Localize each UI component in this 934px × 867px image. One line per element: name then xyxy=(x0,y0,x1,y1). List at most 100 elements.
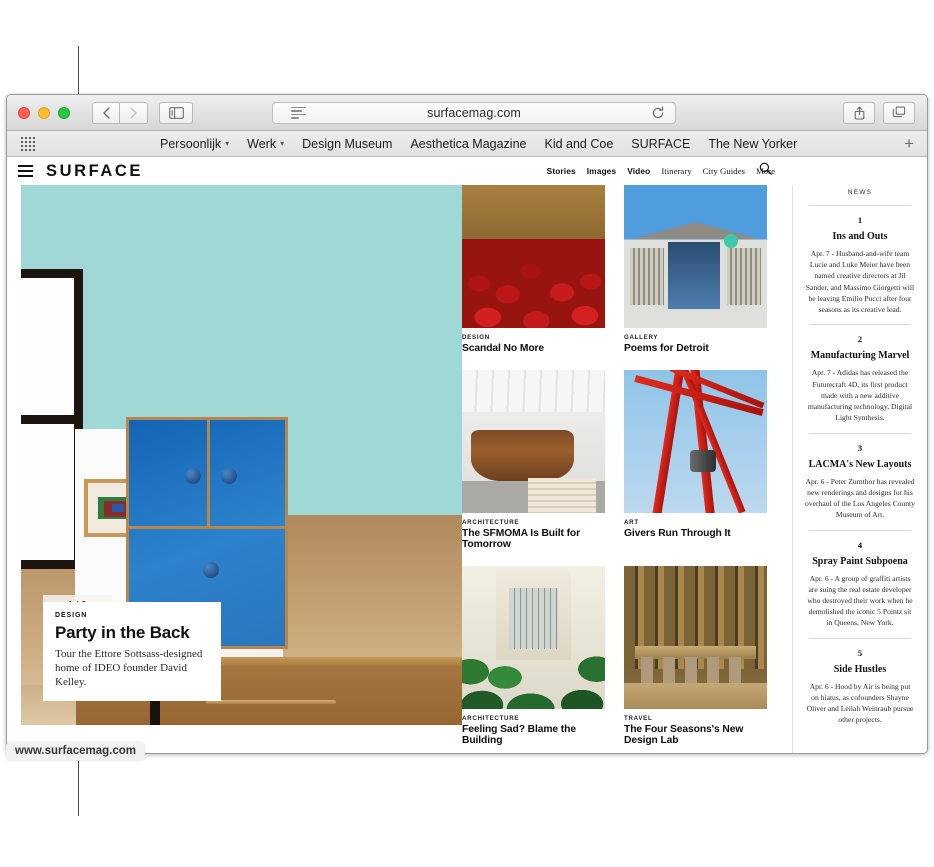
sfmoma-interior-thumbnail[interactable] xyxy=(462,369,605,513)
green-balloon-shape xyxy=(724,233,739,248)
minimize-window-button[interactable] xyxy=(38,106,50,119)
red-steel-sculpture-thumbnail[interactable] xyxy=(624,369,767,513)
chevron-right-icon xyxy=(129,106,137,119)
article-card[interactable]: ARCHITECTURE The SFMOMA Is Built for Tom… xyxy=(462,369,605,551)
theater-seats-shape xyxy=(462,239,605,328)
hero-caption-card[interactable]: DESIGN Party in the Back Tour the Ettore… xyxy=(43,601,221,701)
show-favorites-grid-icon[interactable] xyxy=(21,136,35,151)
favorite-the-new-yorker[interactable]: The New Yorker xyxy=(708,137,797,151)
favorite-werk[interactable]: Werk ▾ xyxy=(247,137,284,151)
article-card[interactable]: GALLERY Poems for Detroit xyxy=(624,185,767,355)
window-traffic-lights[interactable] xyxy=(18,106,70,119)
news-title[interactable]: Ins and Outs xyxy=(805,231,915,242)
article-kicker: ART xyxy=(624,518,639,526)
news-title[interactable]: Side Hustles xyxy=(805,664,915,675)
article-title[interactable]: Poems for Detroit xyxy=(624,343,767,355)
article-grid-column: DESIGN Scandal No More GALLERY Poems for… xyxy=(462,157,792,753)
link-status-bubble: www.surfacemag.com xyxy=(6,742,146,761)
plant-filled-office-thumbnail[interactable] xyxy=(462,565,605,709)
news-body: Apr. 6 - A group of graffiti artists are… xyxy=(807,573,913,628)
site-logo[interactable]: SURFACE xyxy=(46,162,143,181)
site-search-button[interactable] xyxy=(759,162,772,180)
building-breeze-block-left xyxy=(629,247,665,306)
news-number: 2 xyxy=(857,334,863,345)
web-page-viewport: SURFACE Stories Images Video Itinerary C… xyxy=(7,157,927,753)
reader-view-icon[interactable] xyxy=(291,106,306,119)
forward-button[interactable] xyxy=(120,101,148,124)
news-item[interactable]: 4 Spray Paint Subpoena Apr. 6 - A group … xyxy=(793,540,927,629)
show-all-tabs-button[interactable] xyxy=(883,101,915,124)
building-roof-shape xyxy=(629,222,762,240)
hero-column: ← 1 / 3 → DESIGN Party in the Back Tour … xyxy=(7,157,462,753)
hero-article[interactable]: ← 1 / 3 → DESIGN Party in the Back Tour … xyxy=(21,185,462,725)
article-card[interactable]: ART Givers Run Through It xyxy=(624,369,767,551)
article-title[interactable]: The Four Seasons's New Design Lab xyxy=(624,724,767,747)
hamburger-menu-icon[interactable] xyxy=(18,165,33,177)
add-favorite-button[interactable]: + xyxy=(904,135,914,152)
callout-leader-line-bottom xyxy=(78,754,79,816)
show-sidebar-button[interactable] xyxy=(159,101,193,124)
wood-paneled-bar-thumbnail[interactable] xyxy=(624,565,767,709)
safari-browser-window: surfacemag.com Persoonlijk ▾ Werk ▾ Desi… xyxy=(6,94,928,754)
news-body: Apr. 7 - Adidas has released the Futurec… xyxy=(807,368,913,423)
article-kicker: TRAVEL xyxy=(624,714,653,722)
office-foliage-shape xyxy=(462,625,605,709)
close-window-button[interactable] xyxy=(18,106,30,119)
favorite-kid-and-coe[interactable]: Kid and Coe xyxy=(544,137,613,151)
news-title[interactable]: LACMA's New Layouts xyxy=(805,459,915,470)
cabinet-horizontal-seam xyxy=(129,526,285,529)
nav-video[interactable]: Video xyxy=(627,166,650,176)
credenza-handle-1 xyxy=(206,700,336,704)
article-card[interactable]: TRAVEL The Four Seasons's New Design Lab xyxy=(624,565,767,747)
article-title[interactable]: Givers Run Through It xyxy=(624,528,767,540)
news-title[interactable]: Manufacturing Marvel xyxy=(805,350,915,361)
article-title[interactable]: Scandal No More xyxy=(462,343,605,355)
favorites-items: Persoonlijk ▾ Werk ▾ Design Museum Aesth… xyxy=(160,137,797,151)
article-title[interactable]: The SFMOMA Is Built for Tomorrow xyxy=(462,528,605,551)
favorite-label: Persoonlijk xyxy=(160,136,222,151)
nav-city-guides[interactable]: City Guides xyxy=(703,166,745,176)
back-button[interactable] xyxy=(92,101,120,124)
news-title[interactable]: Spray Paint Subpoena xyxy=(805,556,915,567)
favorite-aesthetica-magazine[interactable]: Aesthetica Magazine xyxy=(410,137,526,151)
news-body: Apr. 7 - Husband-and-wife team Lucie and… xyxy=(805,249,915,315)
address-bar[interactable]: surfacemag.com xyxy=(272,101,676,124)
article-card[interactable]: ARCHITECTURE Feeling Sad? Blame the Buil… xyxy=(462,565,605,747)
favorite-persoonlijk[interactable]: Persoonlijk ▾ xyxy=(160,137,229,151)
favorite-surface[interactable]: SURFACE xyxy=(631,137,690,151)
cabinet-vertical-seam xyxy=(207,420,210,528)
nav-images[interactable]: Images xyxy=(587,166,616,176)
tabs-overview-icon xyxy=(892,106,906,118)
toolbar-right-buttons xyxy=(843,101,915,124)
favorite-design-museum[interactable]: Design Museum xyxy=(302,137,392,151)
news-body: Apr. 6 - Hood by Air is being put on hia… xyxy=(806,681,914,725)
midcentury-building-thumbnail[interactable] xyxy=(624,185,767,328)
nav-itinerary[interactable]: Itinerary xyxy=(661,166,691,176)
cabinet-knob-right xyxy=(221,468,237,484)
article-card[interactable]: DESIGN Scandal No More xyxy=(462,185,605,355)
share-button[interactable] xyxy=(843,101,875,124)
article-grid: DESIGN Scandal No More GALLERY Poems for… xyxy=(462,185,776,747)
news-divider xyxy=(809,205,911,206)
news-item[interactable]: 2 Manufacturing Marvel Apr. 7 - Adidas h… xyxy=(793,334,927,423)
article-title[interactable]: Feeling Sad? Blame the Building xyxy=(462,724,605,747)
chevron-down-icon: ▾ xyxy=(280,139,285,148)
news-item[interactable]: 3 LACMA's New Layouts Apr. 6 - Peter Zum… xyxy=(793,443,927,521)
url-text[interactable]: surfacemag.com xyxy=(273,106,675,120)
site-header: SURFACE Stories Images Video Itinerary C… xyxy=(7,157,927,185)
sidebar-icon xyxy=(168,106,184,119)
news-body: Apr. 6 - Peter Zumthor has revealed new … xyxy=(805,476,915,520)
reload-button[interactable] xyxy=(651,106,665,120)
news-item[interactable]: 5 Side Hustles Apr. 6 - Hood by Air is b… xyxy=(793,648,927,726)
bar-stools-shape xyxy=(641,657,742,683)
hero-title[interactable]: Party in the Back xyxy=(55,623,209,643)
zoom-window-button[interactable] xyxy=(58,106,70,119)
sculpture-hanging-cylinder xyxy=(689,449,716,472)
museum-ceiling-shape xyxy=(462,369,605,413)
nav-stories[interactable]: Stories xyxy=(547,166,576,176)
news-number: 5 xyxy=(857,647,863,658)
navigation-buttons[interactable] xyxy=(92,101,148,124)
news-divider xyxy=(809,529,911,531)
news-item[interactable]: 1 Ins and Outs Apr. 7 - Husband-and-wife… xyxy=(793,215,927,315)
red-theater-seats-thumbnail[interactable] xyxy=(462,185,605,328)
